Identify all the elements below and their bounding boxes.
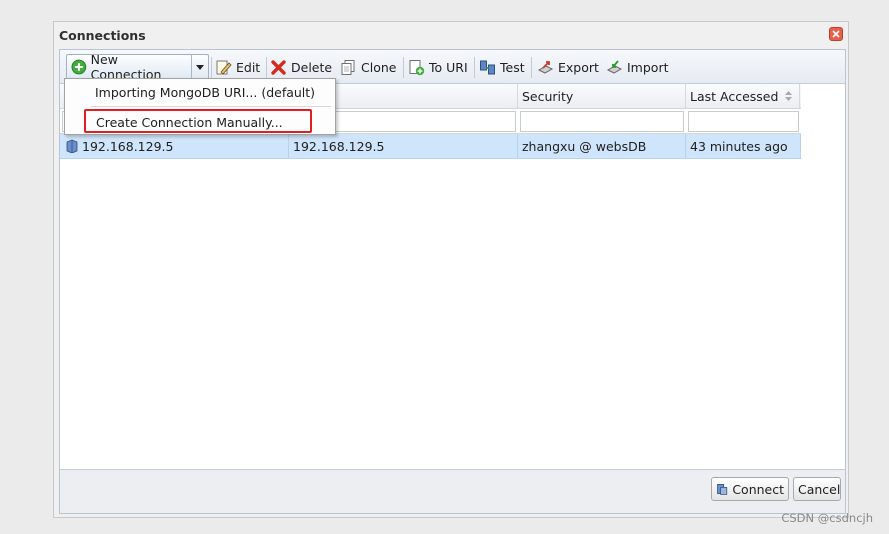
watermark: CSDN @csdncjh [781, 511, 873, 525]
delete-icon [271, 59, 286, 75]
connect-button[interactable]: Connect [711, 477, 789, 501]
last-accessed-filter-input[interactable] [688, 111, 799, 132]
connection-name-cell: 192.168.129.5 [60, 134, 289, 158]
column-header-security[interactable]: Security [518, 84, 686, 108]
table-row[interactable]: 192.168.129.5 192.168.129.5 zhangxu @ we… [60, 134, 801, 159]
cancel-button[interactable]: Cancel [793, 477, 841, 501]
connection-last-accessed-cell: 43 minutes ago [686, 134, 801, 158]
column-header-last-accessed[interactable]: Last Accessed [686, 84, 800, 108]
dialog-footer: Connect Cancel [60, 469, 845, 513]
import-button[interactable]: Import [606, 56, 669, 78]
add-link-icon [409, 59, 425, 75]
new-connection-split-button[interactable]: New Connection [66, 52, 209, 82]
add-icon [71, 59, 87, 75]
close-button[interactable] [829, 27, 843, 41]
highlight-box [84, 109, 312, 133]
new-connection-dropdown-arrow[interactable] [192, 55, 208, 79]
edit-button[interactable]: Edit [215, 56, 260, 78]
connect-icon [717, 483, 728, 495]
security-filter-input[interactable] [520, 111, 684, 132]
edit-icon [216, 60, 232, 75]
new-connection-button[interactable]: New Connection [67, 52, 191, 82]
server-icon [66, 139, 78, 154]
export-button[interactable]: Export [537, 56, 599, 78]
connection-server-cell: 192.168.129.5 [289, 134, 518, 158]
clone-icon [341, 59, 355, 75]
close-icon [832, 30, 840, 38]
export-icon [537, 60, 554, 74]
test-button[interactable]: Test [479, 56, 525, 78]
test-connection-icon [480, 60, 495, 74]
sort-icon [785, 91, 793, 101]
chevron-down-icon [196, 65, 204, 70]
title-bar: Connections [54, 22, 848, 48]
connection-security-cell: zhangxu @ websDB [518, 134, 686, 158]
menu-item-import-uri[interactable]: Importing MongoDB URI... (default) [95, 85, 315, 100]
dialog-title: Connections [59, 28, 146, 43]
clone-button[interactable]: Clone [340, 56, 396, 78]
import-icon [606, 59, 623, 74]
delete-button[interactable]: Delete [270, 56, 332, 78]
to-uri-button[interactable]: To URI [408, 56, 468, 78]
